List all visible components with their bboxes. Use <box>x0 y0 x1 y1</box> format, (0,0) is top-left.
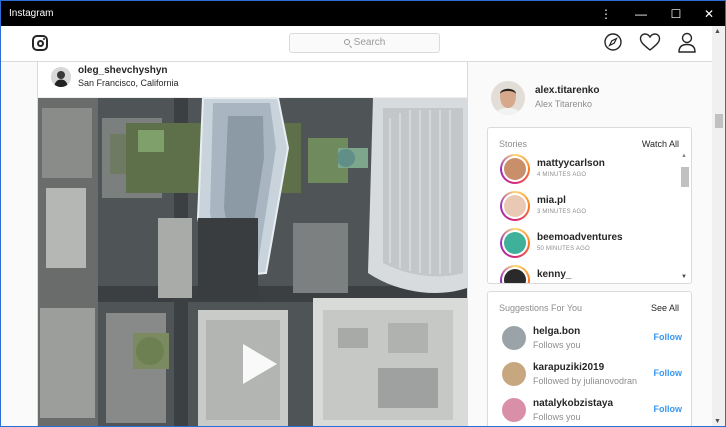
main-scrollbar[interactable]: ▲ ▼ <box>712 26 725 426</box>
story-username: mattyycarlson <box>537 158 605 169</box>
suggestion-subtext: Follows you <box>533 340 581 350</box>
story-ring-icon <box>500 265 530 283</box>
suggestion-subtext: Followed by julianovodran <box>533 376 638 386</box>
stories-title: Stories <box>499 139 528 149</box>
story-time: 4 MINUTES AGO <box>537 172 587 178</box>
suggestion-username[interactable]: karapuziki2019 <box>533 362 604 373</box>
suggestion-item: karapuziki2019 Followed by julianovodran… <box>500 360 682 392</box>
story-username: kenny_ <box>537 269 572 280</box>
profile-icon[interactable] <box>677 32 697 54</box>
story-username: mia.pl <box>537 195 566 206</box>
story-item[interactable]: mattyycarlson 4 MINUTES AGO <box>500 154 670 188</box>
story-time: 3 MINUTES AGO <box>537 209 587 215</box>
post-avatar[interactable] <box>51 67 71 87</box>
suggestions-card: Suggestions For You See All helga.bon Fo… <box>487 291 692 426</box>
my-full-name: Alex Titarenko <box>535 99 593 109</box>
app-window: Instagram ⋮ — ☐ ✕ Search oleg_shevchyshy… <box>0 0 726 427</box>
story-ring-icon <box>500 154 530 184</box>
search-placeholder: Search <box>353 37 386 48</box>
heart-icon[interactable] <box>639 32 661 52</box>
suggestion-avatar[interactable] <box>502 398 526 422</box>
story-ring-icon <box>500 228 530 258</box>
story-item[interactable]: beemoadventures 50 MINUTES AGO <box>500 228 670 262</box>
story-time: 50 MINUTES AGO <box>537 246 590 252</box>
play-icon[interactable] <box>235 342 279 386</box>
scroll-down-icon[interactable]: ▼ <box>681 274 687 280</box>
suggestion-username[interactable]: natalykobzistaya <box>533 398 613 409</box>
stories-scrollbar[interactable]: ▲ ▼ <box>680 153 689 280</box>
scroll-up-icon[interactable]: ▲ <box>681 153 687 159</box>
maximize-button[interactable]: ☐ <box>660 3 692 25</box>
post-username[interactable]: oleg_shevchyshyn <box>78 65 167 76</box>
post-video[interactable] <box>38 98 467 426</box>
suggestion-item: helga.bon Follows you Follow <box>500 324 682 356</box>
story-item[interactable]: mia.pl 3 MINUTES AGO <box>500 191 670 225</box>
close-button[interactable]: ✕ <box>693 3 725 25</box>
my-avatar[interactable] <box>491 81 525 115</box>
minimize-button[interactable]: — <box>625 3 657 25</box>
window-title: Instagram <box>9 8 54 19</box>
app-header: Search <box>1 26 713 62</box>
title-bar: Instagram ⋮ — ☐ ✕ <box>1 1 725 26</box>
search-icon <box>343 39 350 45</box>
more-options-button[interactable]: ⋮ <box>590 3 622 25</box>
suggestion-avatar[interactable] <box>502 362 526 386</box>
follow-button[interactable]: Follow <box>654 332 683 342</box>
search-input[interactable]: Search <box>289 33 440 53</box>
post-location[interactable]: San Francisco, California <box>78 78 179 88</box>
my-username[interactable]: alex.titarenko <box>535 85 599 96</box>
story-ring-icon <box>500 191 530 221</box>
story-username: beemoadventures <box>537 232 623 243</box>
suggestions-title: Suggestions For You <box>499 303 583 313</box>
story-item[interactable]: kenny_ <box>500 265 670 283</box>
see-all-link[interactable]: See All <box>651 303 679 313</box>
scroll-up-icon[interactable]: ▲ <box>714 28 721 35</box>
compass-icon[interactable] <box>603 32 623 52</box>
follow-button[interactable]: Follow <box>654 368 683 378</box>
watch-all-link[interactable]: Watch All <box>642 139 679 149</box>
instagram-logo-icon[interactable] <box>32 35 48 51</box>
suggestion-username[interactable]: helga.bon <box>533 326 580 337</box>
follow-button[interactable]: Follow <box>654 404 683 414</box>
scroll-down-icon[interactable]: ▼ <box>714 418 721 425</box>
post-header: oleg_shevchyshyn San Francisco, Californ… <box>38 62 467 98</box>
suggestion-item: natalykobzistaya Follows you Follow <box>500 396 683 426</box>
suggestion-avatar[interactable] <box>502 326 526 350</box>
stories-card: Stories Watch All mattyycarlson 4 MINUTE… <box>487 127 692 284</box>
scroll-thumb[interactable] <box>715 114 723 128</box>
suggestion-subtext: Follows you <box>533 412 581 422</box>
feed-post: oleg_shevchyshyn San Francisco, Californ… <box>37 62 468 426</box>
